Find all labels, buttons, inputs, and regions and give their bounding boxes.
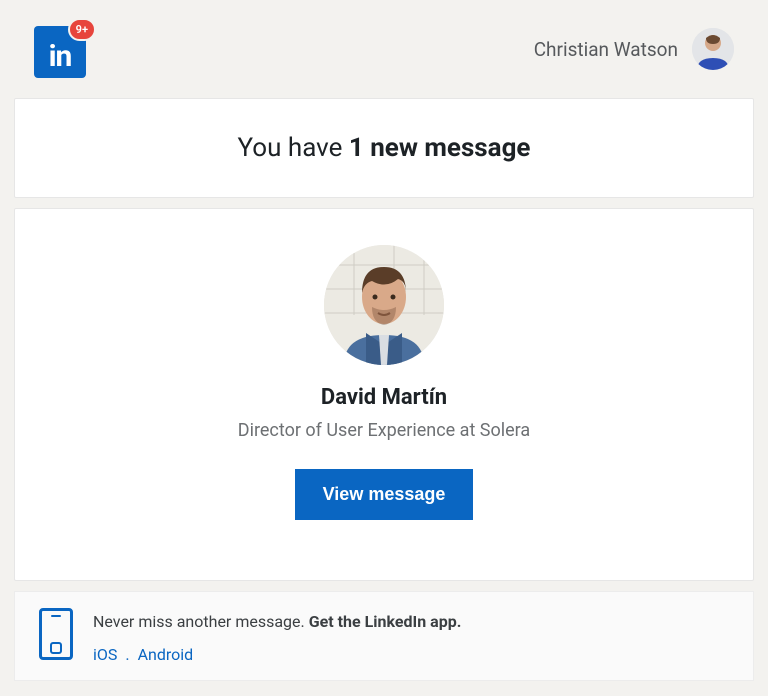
headline-prefix: You have bbox=[238, 133, 349, 163]
app-promo: Never miss another message. Get the Link… bbox=[14, 591, 754, 681]
android-link[interactable]: Android bbox=[138, 645, 194, 664]
link-separator: . bbox=[121, 645, 133, 664]
notification-badge: 9+ bbox=[68, 18, 96, 41]
promo-text: Never miss another message. Get the Link… bbox=[93, 608, 461, 668]
current-user[interactable]: Christian Watson bbox=[534, 28, 734, 70]
current-user-avatar bbox=[692, 28, 734, 70]
current-user-name: Christian Watson bbox=[534, 38, 678, 61]
promo-bold: Get the LinkedIn app. bbox=[309, 612, 462, 631]
logo-text: in bbox=[49, 42, 72, 72]
sender-avatar bbox=[324, 245, 444, 365]
headline-bold: 1 new message bbox=[349, 133, 531, 163]
promo-prefix: Never miss another message. bbox=[93, 612, 309, 631]
sender-title: Director of User Experience at Solera bbox=[35, 420, 733, 441]
logo-wrap[interactable]: in 9+ bbox=[34, 26, 86, 78]
ios-link[interactable]: iOS bbox=[93, 645, 117, 664]
sender-name: David Martín bbox=[35, 385, 733, 410]
headline-card: You have 1 new message bbox=[14, 98, 754, 198]
view-message-button[interactable]: View message bbox=[295, 469, 474, 520]
message-card: David Martín Director of User Experience… bbox=[14, 208, 754, 581]
header: in 9+ Christian Watson bbox=[14, 14, 754, 98]
headline-text: You have 1 new message bbox=[35, 133, 733, 163]
promo-links: iOS . Android bbox=[93, 641, 461, 668]
phone-icon bbox=[39, 608, 73, 660]
